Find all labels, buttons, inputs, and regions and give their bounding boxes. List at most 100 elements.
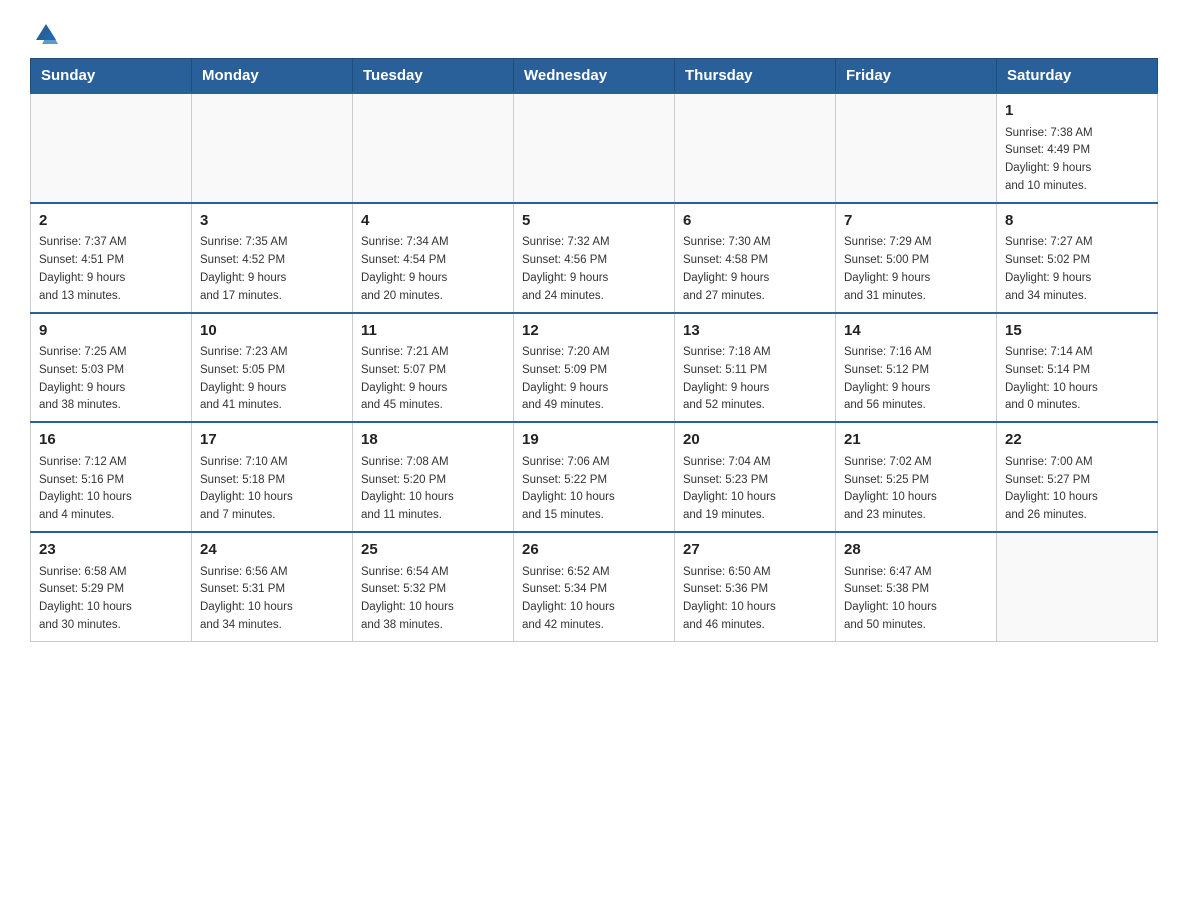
day-info: Sunrise: 7:27 AM Sunset: 5:02 PM Dayligh…: [1005, 234, 1149, 305]
day-number: 10: [200, 320, 344, 343]
calendar-table: SundayMondayTuesdayWednesdayThursdayFrid…: [30, 58, 1158, 642]
calendar-cell: 24Sunrise: 6:56 AM Sunset: 5:31 PM Dayli…: [192, 532, 353, 641]
calendar-week-row: 2Sunrise: 7:37 AM Sunset: 4:51 PM Daylig…: [31, 203, 1158, 313]
day-info: Sunrise: 7:21 AM Sunset: 5:07 PM Dayligh…: [361, 344, 505, 415]
day-info: Sunrise: 7:02 AM Sunset: 5:25 PM Dayligh…: [844, 454, 988, 525]
day-number: 8: [1005, 210, 1149, 233]
calendar-cell: 17Sunrise: 7:10 AM Sunset: 5:18 PM Dayli…: [192, 422, 353, 532]
calendar-cell: 16Sunrise: 7:12 AM Sunset: 5:16 PM Dayli…: [31, 422, 192, 532]
day-number: 15: [1005, 320, 1149, 343]
day-info: Sunrise: 7:00 AM Sunset: 5:27 PM Dayligh…: [1005, 454, 1149, 525]
calendar-cell: 3Sunrise: 7:35 AM Sunset: 4:52 PM Daylig…: [192, 203, 353, 313]
day-info: Sunrise: 7:38 AM Sunset: 4:49 PM Dayligh…: [1005, 125, 1149, 196]
day-number: 24: [200, 539, 344, 562]
calendar-cell: 19Sunrise: 7:06 AM Sunset: 5:22 PM Dayli…: [514, 422, 675, 532]
day-info: Sunrise: 7:04 AM Sunset: 5:23 PM Dayligh…: [683, 454, 827, 525]
weekday-header-saturday: Saturday: [997, 59, 1158, 94]
calendar-cell: [997, 532, 1158, 641]
day-info: Sunrise: 7:30 AM Sunset: 4:58 PM Dayligh…: [683, 234, 827, 305]
calendar-cell: 13Sunrise: 7:18 AM Sunset: 5:11 PM Dayli…: [675, 313, 836, 423]
logo: [30, 20, 62, 48]
calendar-cell: 5Sunrise: 7:32 AM Sunset: 4:56 PM Daylig…: [514, 203, 675, 313]
calendar-cell: 27Sunrise: 6:50 AM Sunset: 5:36 PM Dayli…: [675, 532, 836, 641]
calendar-cell: 10Sunrise: 7:23 AM Sunset: 5:05 PM Dayli…: [192, 313, 353, 423]
weekday-header-sunday: Sunday: [31, 59, 192, 94]
day-info: Sunrise: 7:08 AM Sunset: 5:20 PM Dayligh…: [361, 454, 505, 525]
day-info: Sunrise: 7:35 AM Sunset: 4:52 PM Dayligh…: [200, 234, 344, 305]
day-number: 3: [200, 210, 344, 233]
calendar-cell: 11Sunrise: 7:21 AM Sunset: 5:07 PM Dayli…: [353, 313, 514, 423]
day-number: 28: [844, 539, 988, 562]
calendar-cell: 25Sunrise: 6:54 AM Sunset: 5:32 PM Dayli…: [353, 532, 514, 641]
day-info: Sunrise: 6:47 AM Sunset: 5:38 PM Dayligh…: [844, 564, 988, 635]
calendar-cell: [31, 93, 192, 203]
day-info: Sunrise: 7:14 AM Sunset: 5:14 PM Dayligh…: [1005, 344, 1149, 415]
day-number: 9: [39, 320, 183, 343]
day-info: Sunrise: 6:50 AM Sunset: 5:36 PM Dayligh…: [683, 564, 827, 635]
calendar-cell: [353, 93, 514, 203]
calendar-cell: 1Sunrise: 7:38 AM Sunset: 4:49 PM Daylig…: [997, 93, 1158, 203]
weekday-header-tuesday: Tuesday: [353, 59, 514, 94]
calendar-cell: 23Sunrise: 6:58 AM Sunset: 5:29 PM Dayli…: [31, 532, 192, 641]
calendar-week-row: 23Sunrise: 6:58 AM Sunset: 5:29 PM Dayli…: [31, 532, 1158, 641]
day-number: 23: [39, 539, 183, 562]
calendar-cell: 21Sunrise: 7:02 AM Sunset: 5:25 PM Dayli…: [836, 422, 997, 532]
day-info: Sunrise: 6:54 AM Sunset: 5:32 PM Dayligh…: [361, 564, 505, 635]
page-header: [30, 20, 1158, 48]
day-number: 5: [522, 210, 666, 233]
day-number: 16: [39, 429, 183, 452]
calendar-cell: 4Sunrise: 7:34 AM Sunset: 4:54 PM Daylig…: [353, 203, 514, 313]
day-number: 4: [361, 210, 505, 233]
day-number: 13: [683, 320, 827, 343]
weekday-header-thursday: Thursday: [675, 59, 836, 94]
weekday-header-friday: Friday: [836, 59, 997, 94]
calendar-cell: 6Sunrise: 7:30 AM Sunset: 4:58 PM Daylig…: [675, 203, 836, 313]
day-info: Sunrise: 7:25 AM Sunset: 5:03 PM Dayligh…: [39, 344, 183, 415]
calendar-cell: 12Sunrise: 7:20 AM Sunset: 5:09 PM Dayli…: [514, 313, 675, 423]
day-info: Sunrise: 7:16 AM Sunset: 5:12 PM Dayligh…: [844, 344, 988, 415]
calendar-cell: [192, 93, 353, 203]
calendar-cell: 8Sunrise: 7:27 AM Sunset: 5:02 PM Daylig…: [997, 203, 1158, 313]
calendar-cell: 9Sunrise: 7:25 AM Sunset: 5:03 PM Daylig…: [31, 313, 192, 423]
day-info: Sunrise: 7:10 AM Sunset: 5:18 PM Dayligh…: [200, 454, 344, 525]
day-info: Sunrise: 7:06 AM Sunset: 5:22 PM Dayligh…: [522, 454, 666, 525]
day-info: Sunrise: 7:18 AM Sunset: 5:11 PM Dayligh…: [683, 344, 827, 415]
calendar-body: 1Sunrise: 7:38 AM Sunset: 4:49 PM Daylig…: [31, 93, 1158, 641]
day-number: 20: [683, 429, 827, 452]
day-info: Sunrise: 7:37 AM Sunset: 4:51 PM Dayligh…: [39, 234, 183, 305]
day-info: Sunrise: 6:52 AM Sunset: 5:34 PM Dayligh…: [522, 564, 666, 635]
weekday-header-wednesday: Wednesday: [514, 59, 675, 94]
day-info: Sunrise: 7:23 AM Sunset: 5:05 PM Dayligh…: [200, 344, 344, 415]
day-number: 6: [683, 210, 827, 233]
day-number: 22: [1005, 429, 1149, 452]
calendar-cell: 2Sunrise: 7:37 AM Sunset: 4:51 PM Daylig…: [31, 203, 192, 313]
day-info: Sunrise: 7:34 AM Sunset: 4:54 PM Dayligh…: [361, 234, 505, 305]
day-number: 1: [1005, 100, 1149, 123]
calendar-cell: 22Sunrise: 7:00 AM Sunset: 5:27 PM Dayli…: [997, 422, 1158, 532]
day-info: Sunrise: 7:20 AM Sunset: 5:09 PM Dayligh…: [522, 344, 666, 415]
calendar-cell: [675, 93, 836, 203]
day-number: 2: [39, 210, 183, 233]
calendar-cell: 14Sunrise: 7:16 AM Sunset: 5:12 PM Dayli…: [836, 313, 997, 423]
day-info: Sunrise: 7:12 AM Sunset: 5:16 PM Dayligh…: [39, 454, 183, 525]
calendar-week-row: 16Sunrise: 7:12 AM Sunset: 5:16 PM Dayli…: [31, 422, 1158, 532]
calendar-cell: 20Sunrise: 7:04 AM Sunset: 5:23 PM Dayli…: [675, 422, 836, 532]
day-number: 14: [844, 320, 988, 343]
calendar-cell: 15Sunrise: 7:14 AM Sunset: 5:14 PM Dayli…: [997, 313, 1158, 423]
calendar-cell: [514, 93, 675, 203]
logo-icon: [32, 20, 60, 48]
day-info: Sunrise: 6:58 AM Sunset: 5:29 PM Dayligh…: [39, 564, 183, 635]
day-number: 7: [844, 210, 988, 233]
day-number: 18: [361, 429, 505, 452]
weekday-header-monday: Monday: [192, 59, 353, 94]
calendar-week-row: 9Sunrise: 7:25 AM Sunset: 5:03 PM Daylig…: [31, 313, 1158, 423]
day-number: 11: [361, 320, 505, 343]
day-number: 27: [683, 539, 827, 562]
calendar-week-row: 1Sunrise: 7:38 AM Sunset: 4:49 PM Daylig…: [31, 93, 1158, 203]
calendar-cell: [836, 93, 997, 203]
calendar-cell: 7Sunrise: 7:29 AM Sunset: 5:00 PM Daylig…: [836, 203, 997, 313]
day-number: 21: [844, 429, 988, 452]
day-number: 17: [200, 429, 344, 452]
day-info: Sunrise: 7:32 AM Sunset: 4:56 PM Dayligh…: [522, 234, 666, 305]
day-info: Sunrise: 6:56 AM Sunset: 5:31 PM Dayligh…: [200, 564, 344, 635]
